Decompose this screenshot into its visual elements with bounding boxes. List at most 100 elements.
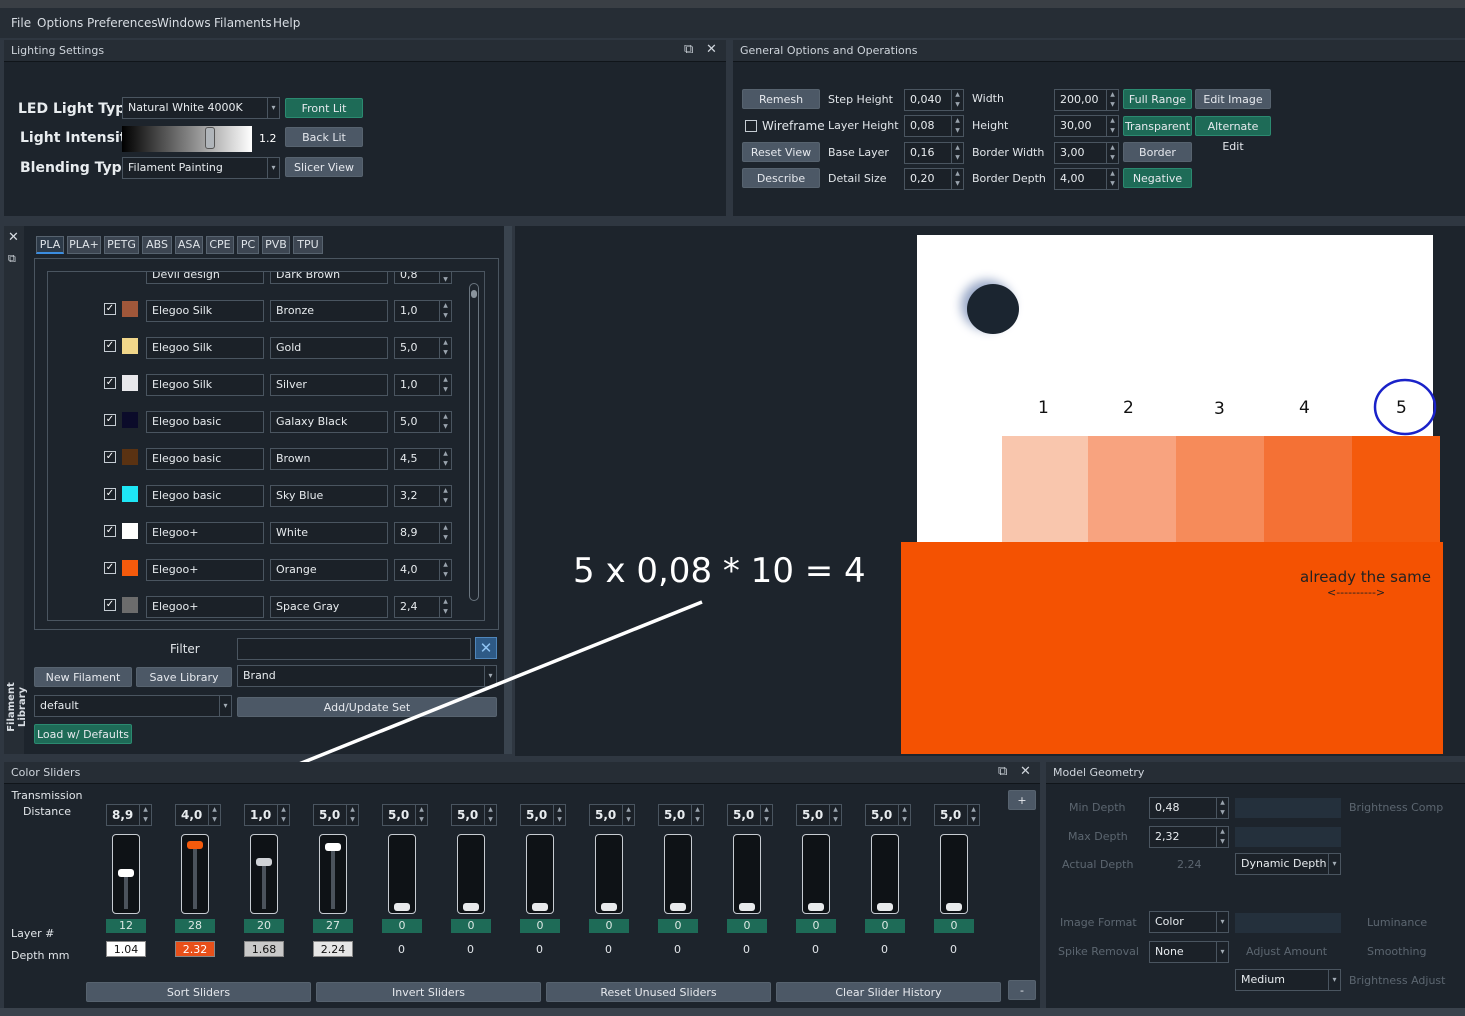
name-field[interactable]: Dark Brown <box>270 272 388 284</box>
spinner-arrows-icon[interactable]: ▲▼ <box>439 301 451 321</box>
spinner-arrows-icon[interactable]: ▲▼ <box>951 116 963 136</box>
layer-slider[interactable] <box>940 834 968 914</box>
remesh-button[interactable]: Remesh <box>742 89 820 109</box>
brand-field[interactable]: Elegoo+ <box>146 559 264 581</box>
width-input[interactable]: 200,00 ▲ ▼ <box>1054 89 1119 111</box>
layer-slider[interactable] <box>871 834 899 914</box>
layer-slider[interactable] <box>733 834 761 914</box>
layer-slider[interactable] <box>319 834 347 914</box>
full-range-button[interactable]: Full Range <box>1123 89 1192 109</box>
set-select[interactable]: default ▾ <box>34 695 232 717</box>
sort-sliders-button[interactable]: Sort Sliders <box>86 982 311 1002</box>
step-height-input[interactable]: 0,040 ▲ ▼ <box>904 89 964 111</box>
float-icon[interactable]: ⧉ <box>684 43 693 57</box>
tab-asa[interactable]: ASA <box>175 236 203 254</box>
front-lit-button[interactable]: Front Lit <box>285 98 363 118</box>
transmission-input[interactable]: 5,0 ▲ ▼ <box>796 804 842 826</box>
slider-handle[interactable] <box>463 903 479 911</box>
spinner-arrows-icon[interactable]: ▲▼ <box>622 805 634 825</box>
spike-removal-select[interactable]: None ▾ <box>1149 941 1229 963</box>
color-swatch[interactable] <box>122 560 138 576</box>
save-library-button[interactable]: Save Library <box>136 667 232 687</box>
layer-slider[interactable] <box>112 834 140 914</box>
slider-handle[interactable] <box>877 903 893 911</box>
height-input[interactable]: 30,00 ▲ ▼ <box>1054 115 1119 137</box>
base-layer-input[interactable]: 0,16 ▲ ▼ <box>904 142 964 164</box>
color-swatch[interactable] <box>122 375 138 391</box>
transmission-input[interactable]: 5,0 ▲ ▼ <box>865 804 911 826</box>
spinner-arrows-icon[interactable]: ▲▼ <box>439 486 451 506</box>
filter-input[interactable] <box>237 638 471 660</box>
enabled-checkbox[interactable]: ✓ <box>104 303 116 315</box>
name-field[interactable]: Gold <box>270 337 388 359</box>
spinner-arrows-icon[interactable]: ▲▼ <box>691 805 703 825</box>
slider-handle[interactable] <box>670 903 686 911</box>
layer-slider[interactable] <box>181 834 209 914</box>
reset-view-button[interactable]: Reset View <box>742 142 820 162</box>
color-swatch[interactable] <box>122 486 138 502</box>
slider-handle[interactable] <box>739 903 755 911</box>
transmission-input[interactable]: 5,0 ▲ ▼ <box>658 804 704 826</box>
spinner-arrows-icon[interactable]: ▲▼ <box>439 449 451 469</box>
color-swatch[interactable] <box>122 523 138 539</box>
layer-slider[interactable] <box>457 834 485 914</box>
menu-help[interactable]: Help <box>273 16 300 30</box>
td-field[interactable]: 1,0 ▲ ▼ <box>394 300 452 322</box>
color-swatch[interactable] <box>122 412 138 428</box>
transmission-input[interactable]: 1,0 ▲ ▼ <box>244 804 290 826</box>
spinner-arrows-icon[interactable]: ▲▼ <box>439 375 451 395</box>
close-icon[interactable]: ✕ <box>8 230 19 245</box>
spinner-arrows-icon[interactable]: ▲▼ <box>1216 827 1228 847</box>
slider-handle[interactable] <box>325 843 341 851</box>
spinner-arrows-icon[interactable]: ▲▼ <box>439 412 451 432</box>
float-icon[interactable]: ⧉ <box>998 765 1007 779</box>
slider-handle[interactable] <box>394 903 410 911</box>
transmission-input[interactable]: 8,9 ▲ ▼ <box>106 804 152 826</box>
preview-viewport[interactable]: 1 2 3 4 5 already the same <----------> … <box>515 226 1465 756</box>
spinner-arrows-icon[interactable]: ▲▼ <box>439 523 451 543</box>
scrollbar-thumb[interactable] <box>471 290 477 298</box>
spinner-arrows-icon[interactable]: ▲▼ <box>760 805 772 825</box>
slider-handle[interactable] <box>946 903 962 911</box>
layer-slider[interactable] <box>388 834 416 914</box>
border-depth-input[interactable]: 4,00 ▲ ▼ <box>1054 168 1119 190</box>
color-swatch[interactable] <box>122 301 138 317</box>
name-field[interactable]: Space Gray <box>270 596 388 618</box>
spinner-arrows-icon[interactable]: ▲▼ <box>1106 116 1118 136</box>
menu-windows[interactable]: Windows <box>157 16 211 30</box>
name-field[interactable]: Bronze <box>270 300 388 322</box>
spinner-arrows-icon[interactable]: ▲▼ <box>484 805 496 825</box>
light-intensity-slider[interactable] <box>122 126 252 152</box>
close-icon[interactable]: ✕ <box>706 43 717 57</box>
list-scrollbar[interactable] <box>469 283 479 601</box>
tab-pla-plus[interactable]: PLA+ <box>67 236 101 254</box>
spinner-arrows-icon[interactable]: ▲▼ <box>951 169 963 189</box>
color-swatch[interactable] <box>122 597 138 613</box>
invert-sliders-button[interactable]: Invert Sliders <box>316 982 541 1002</box>
transmission-input[interactable]: 5,0 ▲ ▼ <box>382 804 428 826</box>
spinner-arrows-icon[interactable]: ▲▼ <box>553 805 565 825</box>
spinner-arrows-icon[interactable]: ▲▼ <box>439 560 451 580</box>
max-depth-input[interactable]: 2,32 ▲ ▼ <box>1149 826 1229 848</box>
load-defaults-button[interactable]: Load w/ Defaults <box>34 724 132 744</box>
border-width-input[interactable]: 3,00 ▲ ▼ <box>1054 142 1119 164</box>
spinner-arrows-icon[interactable]: ▲▼ <box>829 805 841 825</box>
tab-cpe[interactable]: CPE <box>206 236 234 254</box>
tab-petg[interactable]: PETG <box>104 236 139 254</box>
tab-tpu[interactable]: TPU <box>293 236 323 254</box>
spinner-arrows-icon[interactable]: ▲▼ <box>1106 169 1118 189</box>
led-light-type-select[interactable]: Natural White 4000K ▾ <box>122 97 280 119</box>
transmission-input[interactable]: 5,0 ▲ ▼ <box>313 804 359 826</box>
layer-slider[interactable] <box>526 834 554 914</box>
transmission-input[interactable]: 5,0 ▲ ▼ <box>451 804 497 826</box>
enabled-checkbox[interactable]: ✓ <box>104 377 116 389</box>
brand-field[interactable]: Elegoo Silk <box>146 374 264 396</box>
name-field[interactable]: Brown <box>270 448 388 470</box>
slider-handle[interactable] <box>532 903 548 911</box>
reset-unused-sliders-button[interactable]: Reset Unused Sliders <box>546 982 771 1002</box>
enabled-checkbox[interactable]: ✓ <box>104 525 116 537</box>
brand-field[interactable]: Elegoo+ <box>146 596 264 618</box>
transmission-input[interactable]: 5,0 ▲ ▼ <box>520 804 566 826</box>
edit-image-button[interactable]: Edit Image <box>1195 89 1271 109</box>
td-field[interactable]: 5,0 ▲ ▼ <box>394 411 452 433</box>
